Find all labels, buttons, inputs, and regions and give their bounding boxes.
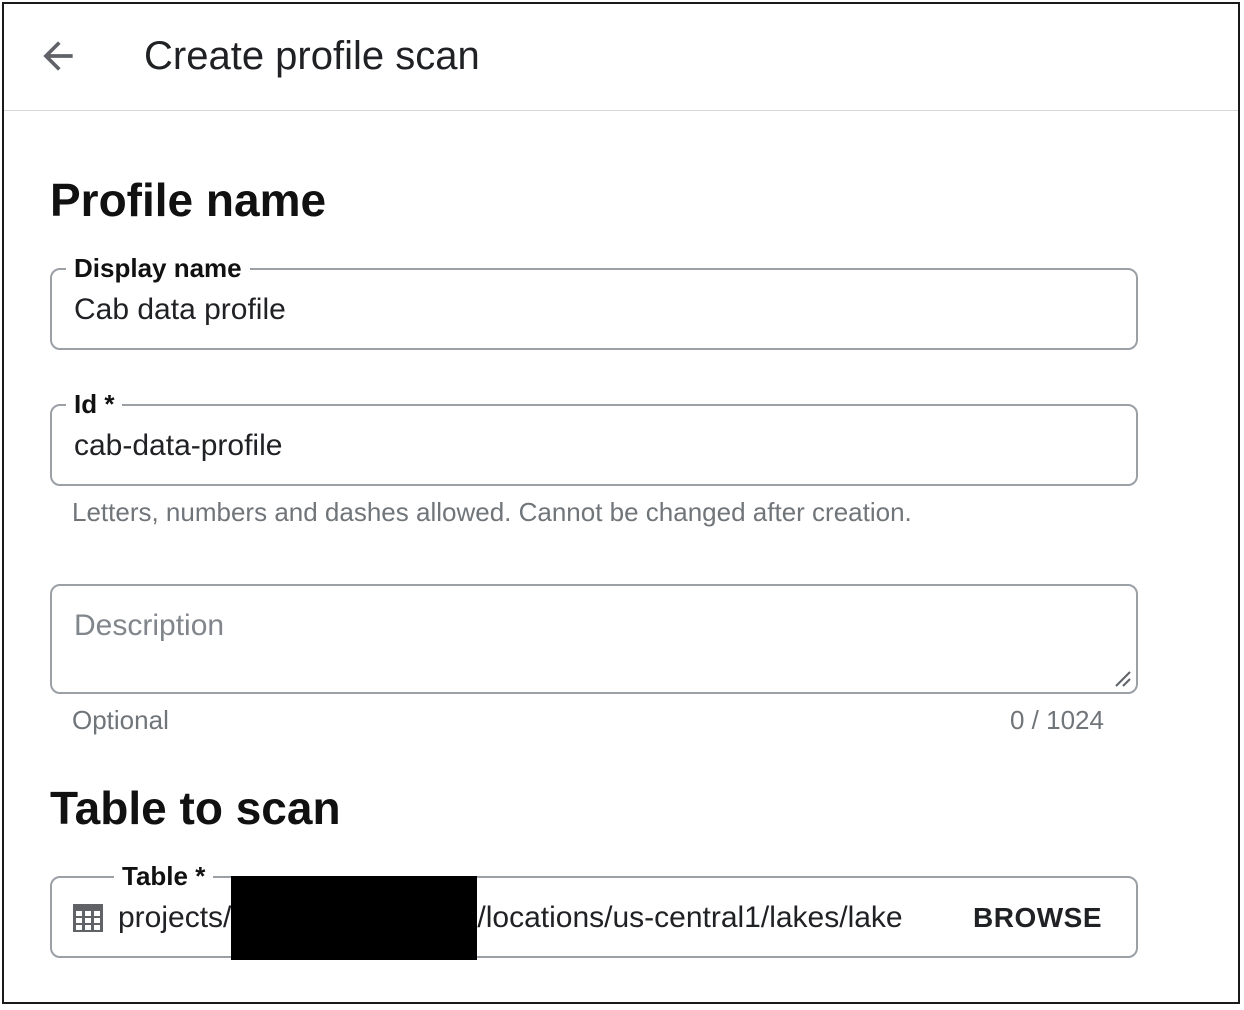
description-placeholder: Description (74, 609, 225, 642)
resize-handle-icon[interactable] (1112, 668, 1132, 688)
redacted-project-id (231, 876, 478, 960)
description-char-counter: 0 / 1024 (1010, 705, 1104, 735)
arrow-back-icon (43, 41, 73, 71)
table-path-prefix: projects/ (118, 901, 232, 934)
display-name-label: Display name (66, 252, 250, 284)
page-title: Create profile scan (144, 34, 480, 78)
display-name-field[interactable]: Display name Cab data profile (50, 252, 1138, 350)
display-name-value[interactable]: Cab data profile (74, 292, 286, 328)
browse-button[interactable]: BROWSE (973, 900, 1102, 936)
table-path-row: projects/ /locations/us-central1/lakes/l… (72, 876, 919, 960)
description-helper: Optional (72, 705, 169, 735)
id-hint: Letters, numbers and dashes allowed. Can… (72, 497, 912, 527)
page-header: Create profile scan (4, 4, 1238, 111)
id-value[interactable]: cab-data-profile (74, 428, 282, 464)
description-field[interactable]: Description (50, 584, 1138, 694)
id-label: Id * (66, 388, 123, 420)
section-title-table-to-scan: Table to scan (50, 782, 341, 834)
table-field[interactable]: Table * projects/ /locations/us-central1… (50, 860, 1138, 960)
table-path-suffix: /locations/us-central1/lakes/lake (477, 901, 903, 934)
back-button[interactable] (32, 30, 84, 82)
create-profile-scan-panel: Create profile scan Profile name Display… (2, 2, 1240, 1004)
table-grid-icon (72, 902, 104, 934)
table-label: Table * (114, 860, 214, 892)
id-field[interactable]: Id * cab-data-profile (50, 388, 1138, 486)
section-title-profile-name: Profile name (50, 174, 327, 226)
